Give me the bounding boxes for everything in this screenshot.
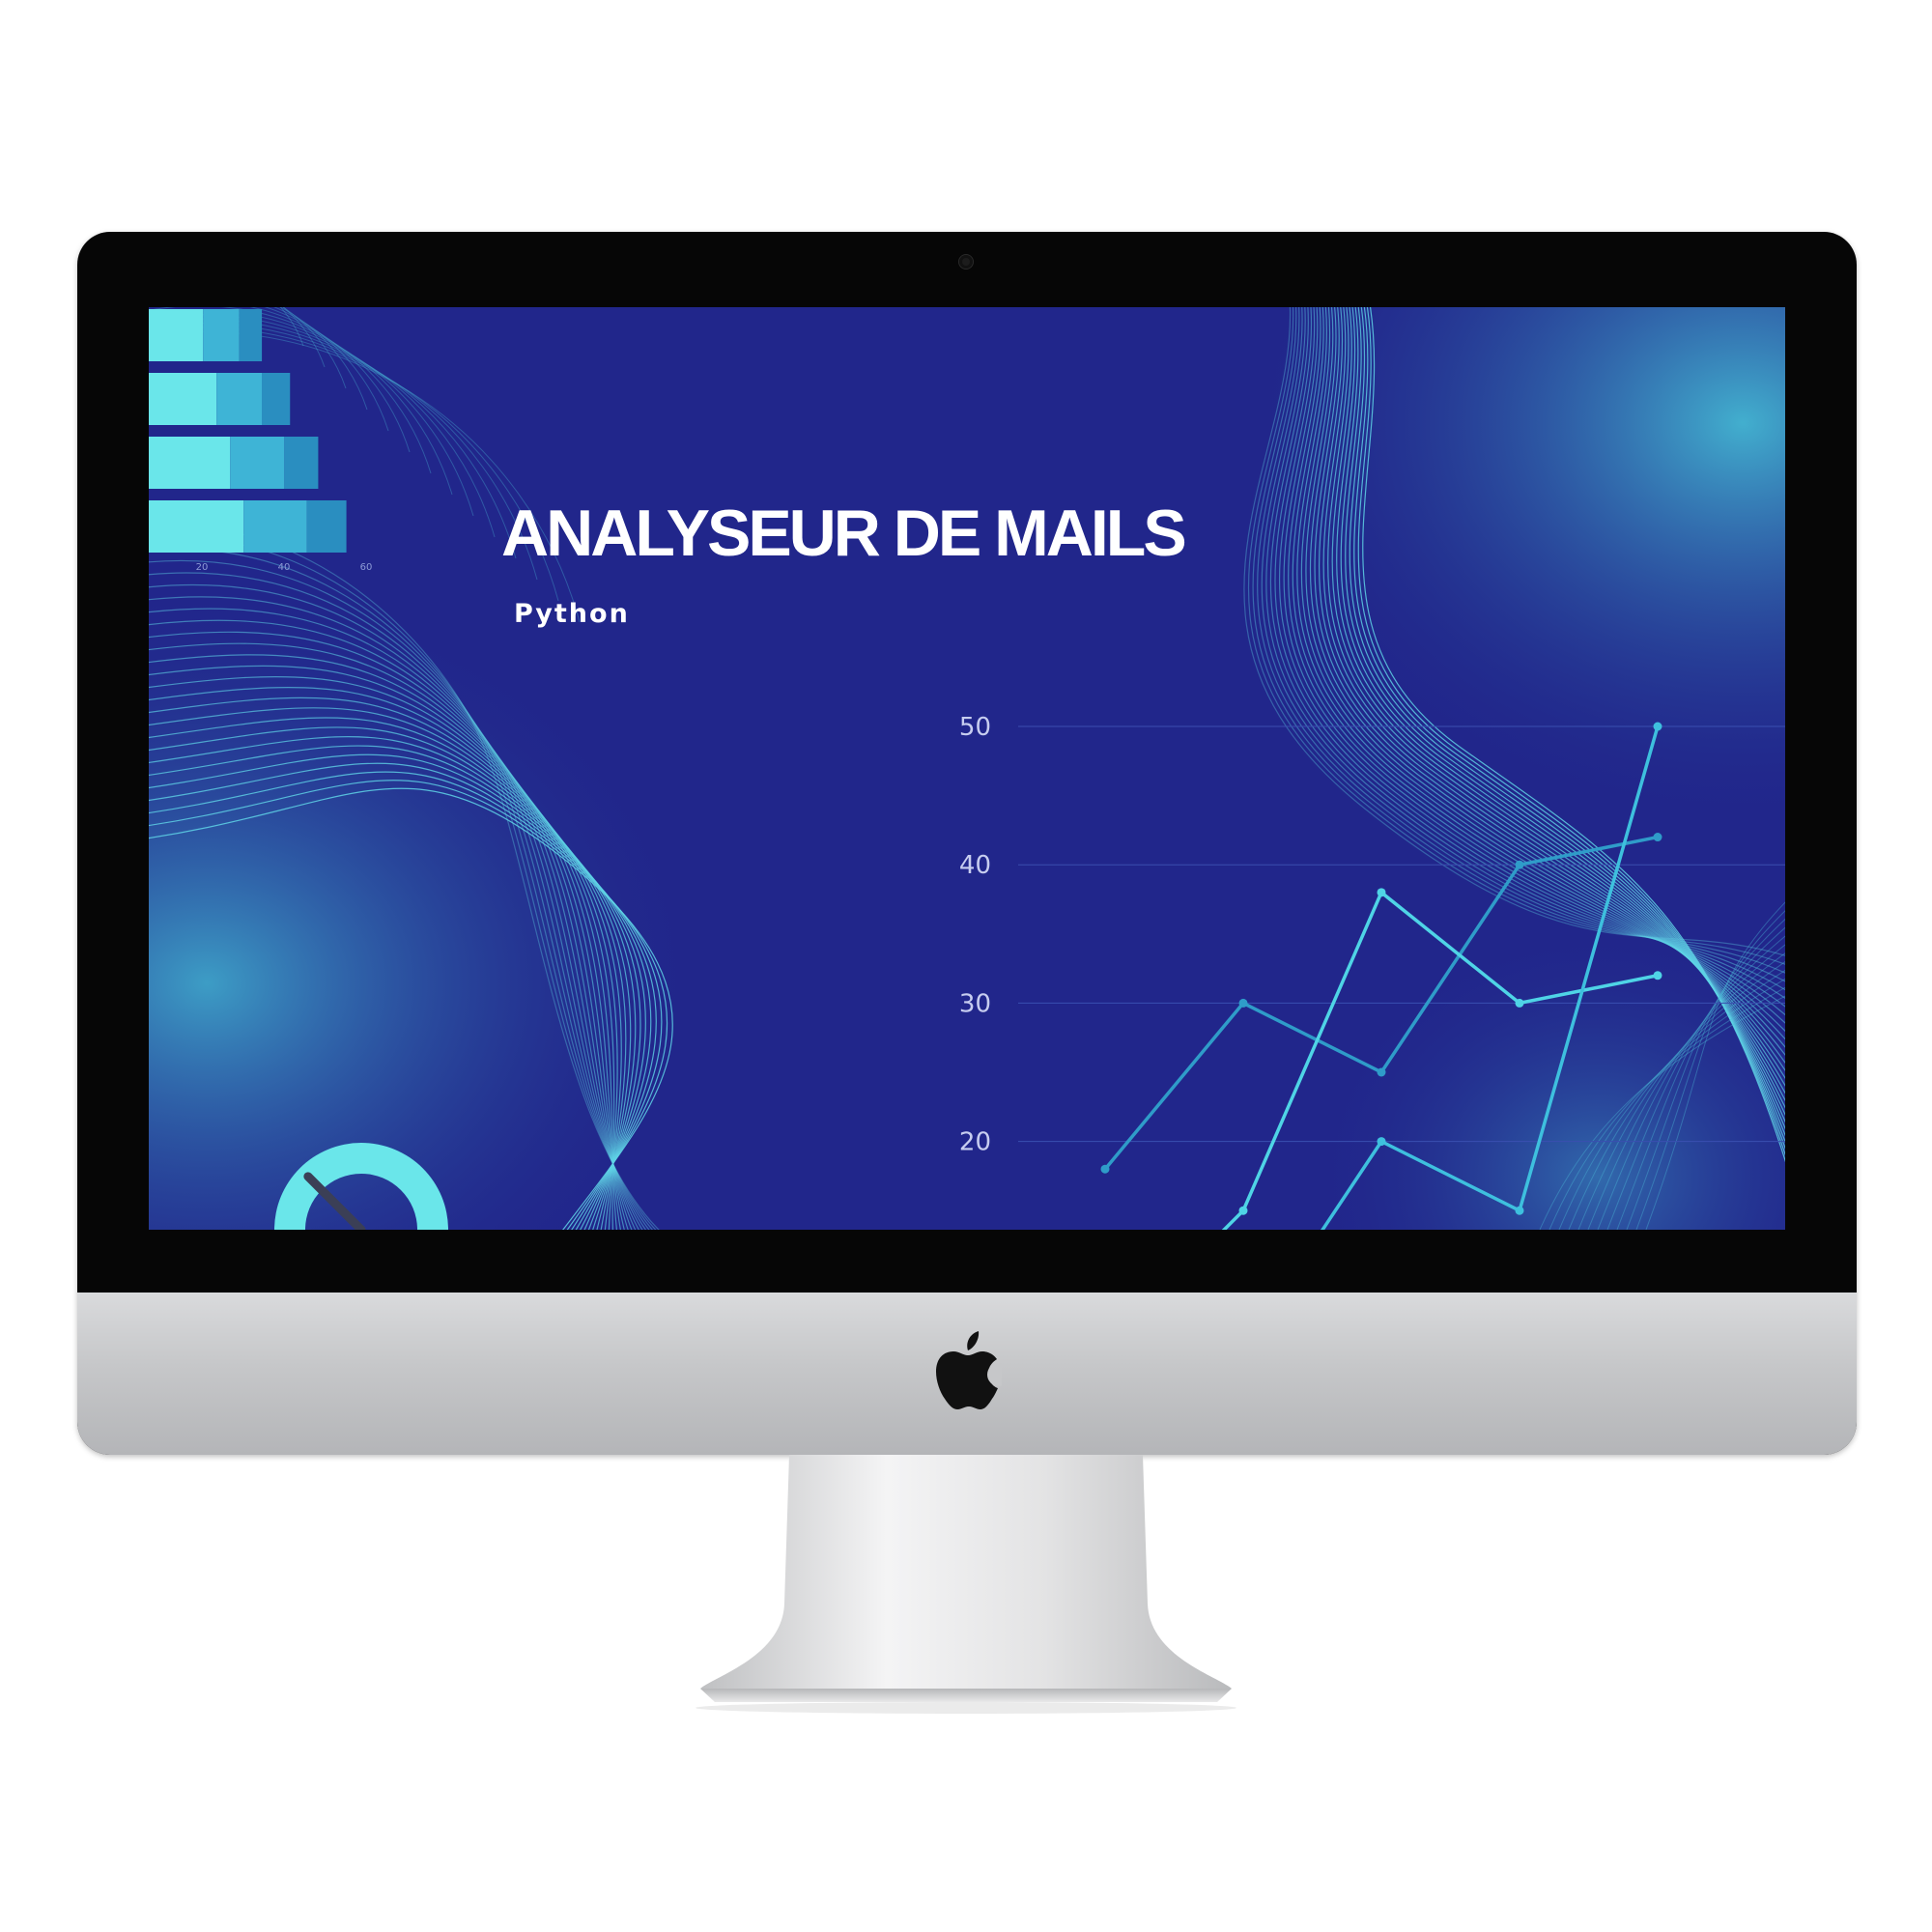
monitor-stand [696, 1455, 1236, 1714]
series-line [1321, 725, 1660, 1230]
bar-segment [149, 309, 204, 361]
bar-segment [203, 309, 240, 361]
y-tick-label: 30 [959, 989, 991, 1018]
bar-segment [243, 500, 307, 553]
y-tick-label: 20 [959, 1128, 991, 1157]
gauge-arc [274, 1143, 448, 1230]
x-tick-label: 20 [196, 562, 209, 573]
bar-segment [239, 309, 263, 361]
x-tick-label: 40 [278, 562, 291, 573]
bar-segment [262, 373, 291, 425]
data-point [1653, 971, 1662, 980]
data-point [1515, 860, 1524, 869]
y-tick-label: 40 [959, 851, 991, 880]
y-tick-label: 50 [959, 713, 991, 742]
series-line [1221, 890, 1659, 1230]
data-point [1377, 1067, 1386, 1077]
bar-segment [284, 437, 319, 489]
bar-segment [216, 373, 262, 425]
data-point [1238, 1206, 1248, 1215]
data-point [1515, 1206, 1524, 1215]
monitor-frame: ANALYSEUR DE MAILS Python 50 40 30 20 20 40 6… [77, 232, 1857, 1455]
bar-segment [306, 500, 347, 553]
screen: ANALYSEUR DE MAILS Python 50 40 30 20 20 40 6… [149, 307, 1785, 1230]
data-point [1515, 998, 1524, 1008]
data-point [1653, 722, 1662, 731]
data-point [1377, 888, 1386, 897]
line-chart: 50 40 30 20 [959, 713, 1785, 1230]
apple-logo-icon [936, 1331, 1002, 1409]
webcam-icon [959, 255, 973, 269]
bar-segment [230, 437, 285, 489]
bar-segment [149, 373, 217, 425]
data-point [1100, 1164, 1110, 1174]
bar-segment [149, 437, 231, 489]
gauge-needle [303, 1172, 366, 1230]
gauge-chart [274, 1143, 448, 1230]
data-point [1653, 833, 1662, 842]
data-point [1238, 998, 1248, 1008]
data-point [1377, 1137, 1386, 1147]
bar-segment [149, 500, 244, 553]
x-tick-label: 60 [360, 562, 373, 573]
bar-chart: 20 40 60 [149, 309, 373, 573]
